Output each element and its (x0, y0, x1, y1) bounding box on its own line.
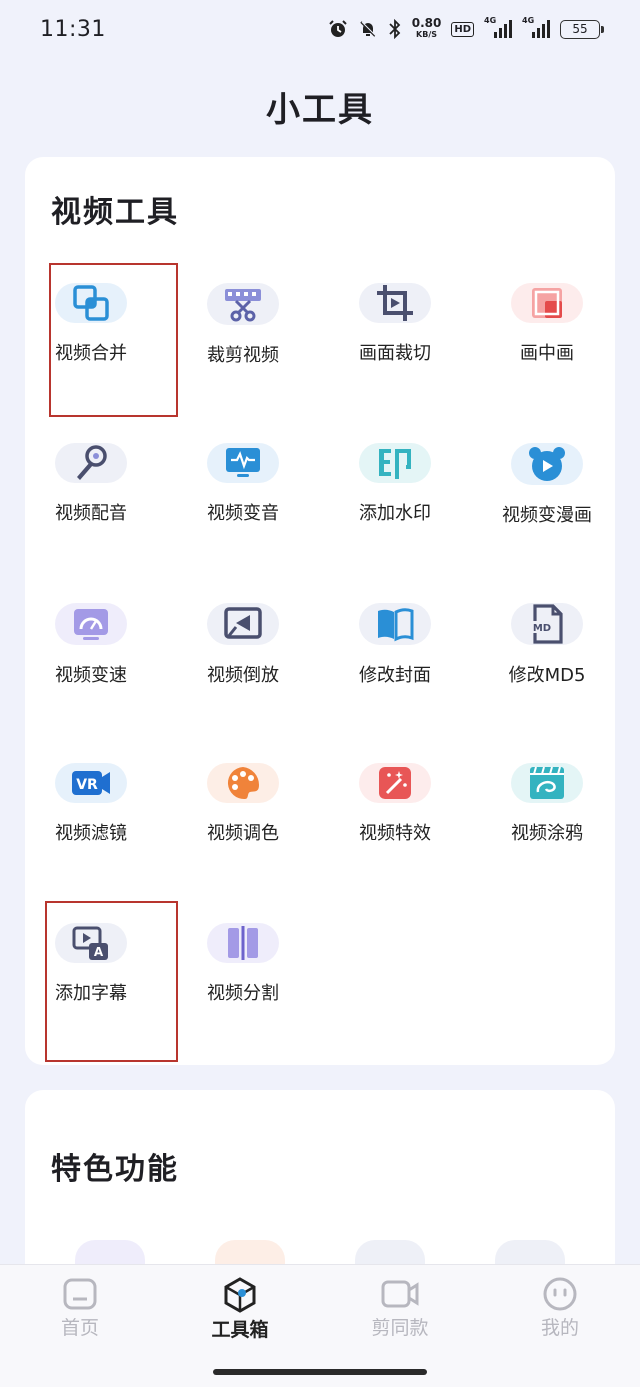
bluetooth-icon (389, 19, 400, 39)
highlight-box-subtitle (45, 901, 178, 1062)
profile-icon (543, 1277, 577, 1311)
tool-effects[interactable]: 视频特效 (321, 637, 469, 844)
mute-bell-icon (360, 21, 377, 37)
alarm-icon (329, 20, 347, 37)
split-icon (207, 923, 279, 963)
magic-wand-icon (359, 763, 431, 803)
signal-icon-2: 4G (522, 16, 550, 38)
tab-home[interactable]: 首页 (20, 1277, 140, 1340)
home-icon (63, 1278, 97, 1310)
tab-toolbox[interactable]: 工具箱 (180, 1277, 300, 1342)
tab-profile[interactable]: 我的 (500, 1277, 620, 1340)
tool-color-grading[interactable]: 视频调色 (169, 637, 317, 844)
hd-badge: HD (451, 21, 474, 37)
tool-label: 视频分割 (207, 983, 279, 1004)
tool-cover[interactable]: 修改封面 (321, 477, 469, 686)
highlight-box-merge (49, 263, 178, 417)
tool-filter[interactable]: VR 视频滤镜 (17, 637, 165, 844)
tool-crop[interactable]: 画面裁切 (321, 157, 469, 364)
page-title: 小工具 (266, 90, 374, 130)
status-bar: 11:31 0.80 KB/S HD 4G 4G 55 (0, 0, 640, 58)
signal-icon: 4G (484, 16, 512, 38)
graffiti-icon (511, 763, 583, 803)
status-time: 11:31 (40, 16, 106, 42)
tool-graffiti[interactable]: 视频涂鸦 (473, 637, 621, 844)
tool-md5[interactable]: MD 修改MD5 (473, 477, 621, 686)
tool-label: 视频涂鸦 (511, 823, 583, 844)
tool-split[interactable]: 视频分割 (169, 797, 317, 1004)
battery-indicator: 55 (560, 19, 604, 39)
tool-watermark[interactable]: 添加水印 (321, 317, 469, 524)
video-camera-icon (381, 1280, 419, 1308)
home-indicator[interactable] (213, 1369, 427, 1375)
tool-speed[interactable]: 视频变速 (17, 477, 165, 686)
video-tools-card: 视频工具 视频合并 裁剪视频 画面裁切 画中画 视频配音 视频变音 添加水印 视… (25, 157, 615, 1065)
status-icons: 0.80 KB/S HD 4G 4G 55 (328, 16, 604, 40)
tool-reverse[interactable]: 视频倒放 (169, 477, 317, 686)
tool-cartoon[interactable]: 视频变漫画 (473, 317, 621, 526)
tool-picture-in-picture[interactable]: 画中画 (473, 157, 621, 364)
network-speed: 0.80 KB/S (411, 16, 442, 39)
svg-text:VR: VR (76, 777, 98, 793)
tab-template[interactable]: 剪同款 (340, 1277, 460, 1340)
features-title: 特色功能 (51, 1152, 179, 1187)
tool-label: 视频特效 (359, 823, 431, 844)
tool-cut-video[interactable]: 裁剪视频 (169, 157, 317, 366)
tool-voice-change[interactable]: 视频变音 (169, 317, 317, 524)
toolbox-icon (224, 1277, 256, 1313)
svg-text:MD: MD (533, 623, 551, 634)
